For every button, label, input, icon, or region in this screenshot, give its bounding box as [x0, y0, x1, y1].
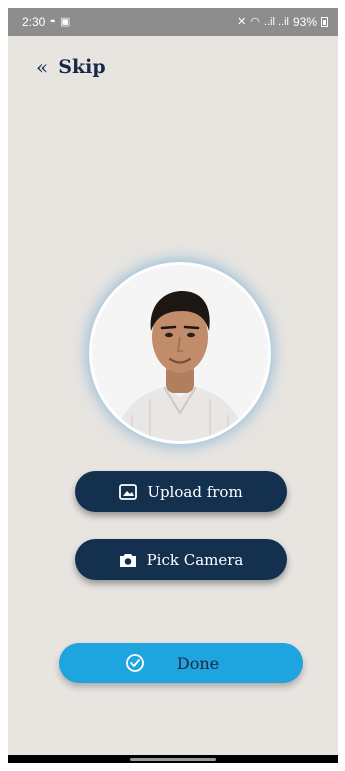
battery-percent: 93% — [292, 15, 317, 29]
camera-icon — [119, 553, 136, 567]
upload-label: Upload from — [147, 482, 243, 501]
home-gesture-handle[interactable] — [130, 758, 216, 761]
status-left: 2:30 ◓ ▣ — [22, 15, 70, 29]
battery-icon — [321, 17, 328, 27]
image-icon — [119, 483, 138, 500]
double-chevron-left-icon: « — [36, 55, 49, 79]
signal-text: ..il ..il — [263, 15, 289, 28]
wifi-icon: ◠ — [250, 15, 260, 28]
pick-camera-button[interactable]: Pick Camera — [75, 539, 287, 580]
status-bar: 2:30 ◓ ▣ ✕ ◠ ..il ..il 93% — [8, 8, 338, 36]
camera-label: Pick Camera — [146, 550, 244, 569]
skip-button[interactable]: « Skip — [36, 56, 106, 78]
skip-label: Skip — [58, 56, 106, 78]
status-right: ✕ ◠ ..il ..il 93% — [237, 15, 328, 29]
image-icon: ▣ — [60, 15, 71, 28]
profile-avatar[interactable] — [92, 265, 268, 441]
eye-icon: ◓ — [49, 15, 57, 28]
phone-screen: 2:30 ◓ ▣ ✕ ◠ ..il ..il 93% « Skip Upload… — [8, 8, 338, 763]
done-button[interactable]: Done — [59, 643, 303, 683]
profile-photo-icon — [92, 265, 268, 441]
upload-from-button[interactable]: Upload from — [75, 471, 287, 512]
system-nav-bar — [8, 755, 338, 763]
mute-icon: ✕ — [237, 15, 247, 28]
check-circle-icon — [126, 654, 144, 672]
done-label: Done — [176, 653, 220, 673]
status-time: 2:30 — [22, 15, 46, 29]
